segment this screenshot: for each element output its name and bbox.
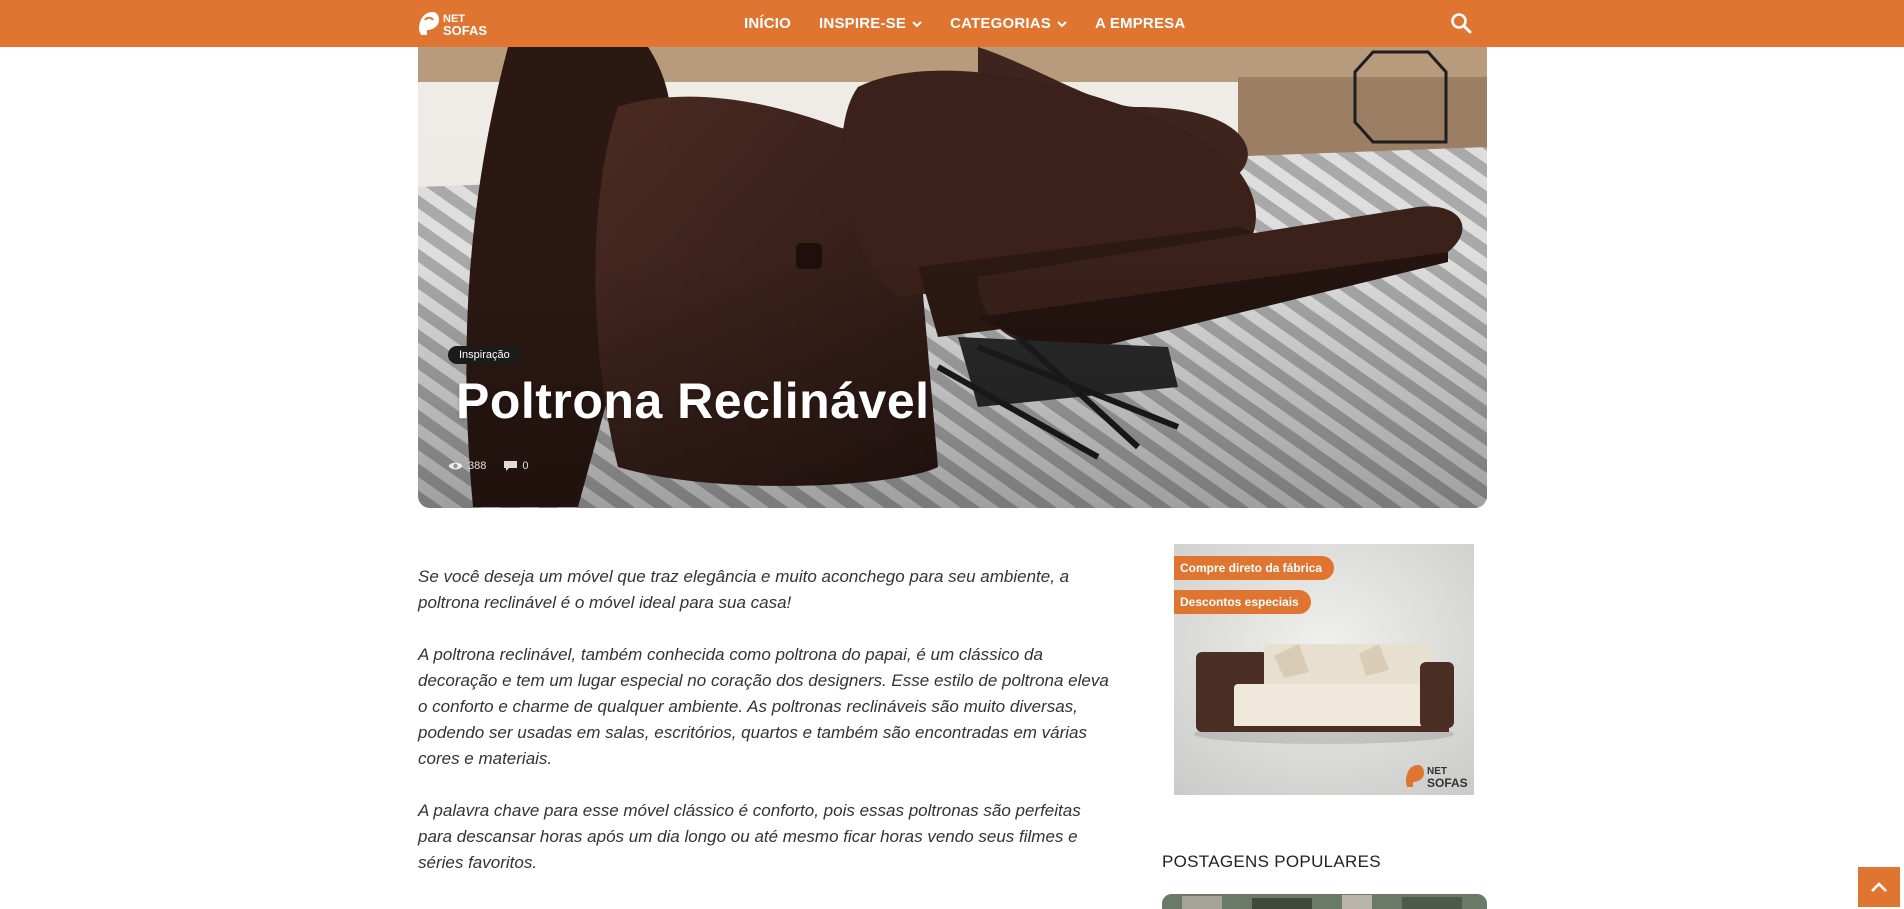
- ad-netsofas-logo: NET SOFAS: [1406, 765, 1468, 790]
- back-to-top-button[interactable]: [1858, 867, 1900, 907]
- post-meta: 388 0: [448, 460, 528, 472]
- article-body: Se você deseja um móvel que traz elegânc…: [418, 564, 1110, 902]
- category-badge[interactable]: Inspiração: [448, 346, 521, 364]
- ad-tag-factory: Compre direto da fábrica: [1174, 556, 1335, 580]
- nav-categorias[interactable]: CATEGORIAS: [950, 15, 1067, 32]
- comment-icon: [504, 460, 518, 471]
- ad-image: [1174, 544, 1474, 795]
- popular-post-thumbnail[interactable]: [1162, 894, 1487, 909]
- sidebar-ad[interactable]: Compre direto da fábrica Descontos espec…: [1174, 544, 1474, 795]
- search-icon[interactable]: [1450, 12, 1472, 34]
- article-paragraph: A palavra chave para esse móvel clássico…: [418, 801, 1081, 872]
- nav-a-empresa-label: A EMPRESA: [1094, 15, 1186, 32]
- comments-count[interactable]: 0: [504, 460, 528, 472]
- nav-inicio-label: INÍCIO: [744, 15, 792, 32]
- nav-a-empresa[interactable]: A EMPRESA: [1095, 15, 1185, 32]
- views-count: 388: [448, 460, 486, 472]
- comments-value: 0: [522, 460, 529, 472]
- article-paragraph: Se você deseja um móvel que traz elegânc…: [418, 567, 1070, 612]
- ad-logo-text-bottom: SOFAS: [1427, 776, 1468, 790]
- ad-tag-discounts: Descontos especiais: [1174, 590, 1311, 614]
- post-title: Poltrona Reclinável: [456, 373, 930, 429]
- netsofas-logo[interactable]: NET SOFAS: [417, 8, 497, 38]
- thumbnail-image: [1162, 894, 1487, 909]
- nav-inspire-se[interactable]: INSPIRE-SE: [819, 15, 922, 32]
- site-header: NET SOFAS INÍCIO INSPIRE-SE CATEGORIAS A…: [0, 0, 1904, 47]
- nav-inspire-se-label: INSPIRE-SE: [819, 15, 907, 32]
- hero-image: [418, 47, 1487, 508]
- popular-posts-heading: POSTAGENS POPULARES: [1162, 852, 1381, 871]
- nav-categorias-label: CATEGORIAS: [950, 15, 1051, 32]
- article-paragraph: A poltrona reclinável, também conhecida …: [418, 645, 1109, 768]
- logo-text-bottom: SOFAS: [443, 23, 487, 38]
- chevron-up-icon: [1871, 882, 1887, 892]
- nav-inicio[interactable]: INÍCIO: [744, 15, 791, 32]
- views-value: 388: [468, 460, 487, 472]
- main-nav: INÍCIO INSPIRE-SE CATEGORIAS A EMPRESA: [744, 0, 1185, 47]
- chevron-down-icon: [912, 20, 922, 27]
- eye-icon: [448, 462, 463, 470]
- chevron-down-icon: [1057, 20, 1067, 27]
- hero-banner[interactable]: Inspiração Poltrona Reclinável 388 0: [418, 47, 1487, 508]
